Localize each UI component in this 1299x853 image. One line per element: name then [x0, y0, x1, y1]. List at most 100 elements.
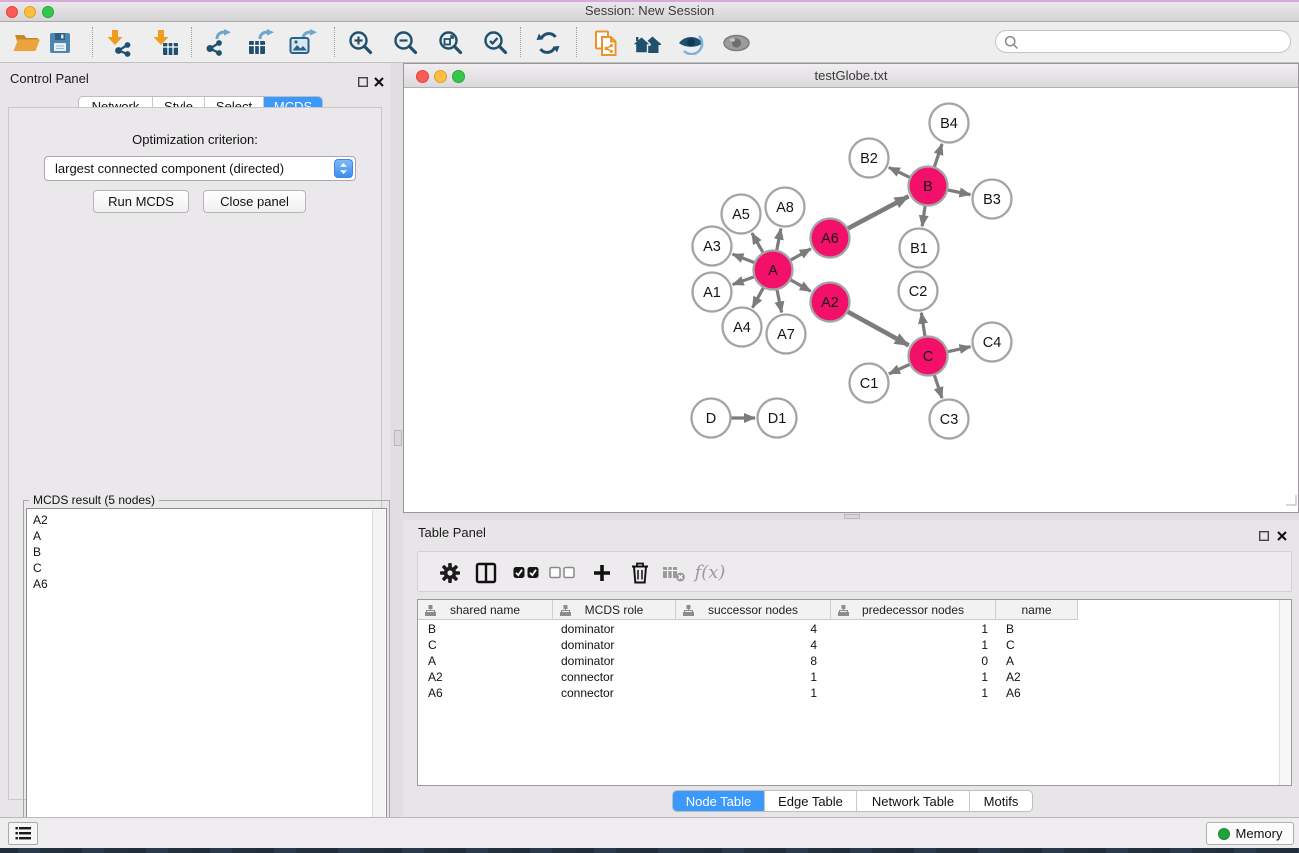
network-graph-canvas[interactable]: B4B2BB3A8A5A6A3B1AA1C2A2A4A7C4CC1C3DD1: [404, 88, 1298, 512]
table-cell[interactable]: 1: [676, 686, 831, 700]
table-cell[interactable]: 8: [676, 654, 831, 668]
column-header-name[interactable]: name: [996, 600, 1078, 620]
table-cell[interactable]: A: [996, 654, 1078, 668]
tab-network-table[interactable]: Network Table: [856, 791, 969, 811]
table-cell[interactable]: B: [418, 622, 553, 636]
graph-node-A2[interactable]: A2: [811, 283, 850, 322]
column-header-shared-name[interactable]: shared name: [418, 600, 553, 620]
close-panel-button[interactable]: Close panel: [203, 190, 306, 213]
zoom-selected-icon[interactable]: [479, 26, 513, 59]
tab-edge-table[interactable]: Edge Table: [764, 791, 856, 811]
graph-node-B3[interactable]: B3: [973, 180, 1012, 219]
mcds-result-item[interactable]: B: [33, 544, 386, 560]
table-scrollbar[interactable]: [1279, 600, 1291, 785]
graph-node-C[interactable]: C: [909, 337, 948, 376]
memory-button[interactable]: Memory: [1206, 822, 1294, 845]
table-cell[interactable]: dominator: [553, 622, 676, 636]
disable-checkboxes-icon[interactable]: [547, 559, 577, 586]
column-header-predecessor-nodes[interactable]: predecessor nodes: [831, 600, 996, 620]
table-cell[interactable]: 1: [676, 670, 831, 684]
add-column-icon[interactable]: [587, 559, 617, 586]
enable-checkboxes-icon[interactable]: [511, 559, 541, 586]
graph-edge-A-A1[interactable]: [733, 276, 756, 284]
home-layouts-icon[interactable]: [630, 26, 664, 59]
search-input[interactable]: [1024, 32, 1283, 53]
task-history-button[interactable]: [8, 822, 38, 845]
graph-node-C4[interactable]: C4: [973, 323, 1012, 362]
graph-edge-A6-B[interactable]: [846, 196, 909, 229]
table-cell[interactable]: 1: [831, 670, 996, 684]
graph-node-A3[interactable]: A3: [693, 227, 732, 266]
show-eye-icon[interactable]: [719, 26, 753, 59]
graph-edge-B-B4[interactable]: [934, 144, 942, 169]
graph-edge-B-B2[interactable]: [889, 167, 912, 178]
graph-edge-A-A4[interactable]: [753, 286, 765, 308]
table-cell[interactable]: 4: [676, 622, 831, 636]
graph-edge-C-C1[interactable]: [889, 363, 912, 373]
window-resize-grip[interactable]: [1285, 493, 1297, 511]
column-header-mcds-role[interactable]: MCDS role: [553, 600, 676, 620]
graph-node-B[interactable]: B: [909, 167, 948, 206]
zoom-fit-icon[interactable]: [434, 26, 468, 59]
export-network-icon[interactable]: [201, 26, 235, 59]
mcds-result-item[interactable]: A: [33, 528, 386, 544]
table-cell[interactable]: C: [418, 638, 553, 652]
graph-node-C3[interactable]: C3: [930, 400, 969, 439]
table-row[interactable]: A6connector11A6: [418, 685, 1279, 701]
graph-edge-A2-C[interactable]: [846, 311, 909, 346]
table-cell[interactable]: 0: [831, 654, 996, 668]
delete-table-icon[interactable]: [659, 559, 689, 586]
graph-node-B2[interactable]: B2: [850, 139, 889, 178]
table-row[interactable]: Cdominator41C: [418, 637, 1279, 653]
table-cell[interactable]: connector: [553, 670, 676, 684]
hide-eye-icon[interactable]: [674, 26, 708, 59]
vertical-split-handle[interactable]: [394, 430, 402, 446]
table-cell[interactable]: 1: [831, 638, 996, 652]
mcds-result-list[interactable]: A2ABCA6: [26, 508, 387, 842]
split-table-icon[interactable]: [471, 559, 501, 586]
refresh-layout-icon[interactable]: [531, 26, 565, 59]
table-cell[interactable]: dominator: [553, 654, 676, 668]
graph-edge-A-A7[interactable]: [777, 288, 782, 313]
graph-edge-C-C2[interactable]: [921, 313, 925, 338]
criterion-dropdown[interactable]: largest connected component (directed): [44, 156, 356, 181]
graph-edge-A-A8[interactable]: [776, 229, 781, 253]
float-panel-icon[interactable]: [1259, 528, 1269, 546]
graph-node-A1[interactable]: A1: [693, 273, 732, 312]
table-row[interactable]: A2connector11A2: [418, 669, 1279, 685]
graph-edge-C-C3[interactable]: [934, 373, 942, 398]
dropdown-stepper-icon[interactable]: [334, 159, 353, 178]
table-cell[interactable]: 1: [831, 622, 996, 636]
settings-gear-icon[interactable]: [435, 559, 465, 586]
graph-edge-A-A3[interactable]: [732, 254, 756, 263]
graph-node-A5[interactable]: A5: [722, 195, 761, 234]
graph-node-B1[interactable]: B1: [900, 229, 939, 268]
function-builder-icon[interactable]: f(x): [691, 559, 729, 586]
graph-edge-A-A2[interactable]: [789, 279, 811, 291]
table-cell[interactable]: A2: [996, 670, 1078, 684]
graph-node-C2[interactable]: C2: [899, 272, 938, 311]
table-cell[interactable]: A: [418, 654, 553, 668]
import-table-icon[interactable]: [149, 26, 183, 59]
save-session-icon[interactable]: [43, 26, 77, 59]
graph-node-B4[interactable]: B4: [930, 104, 969, 143]
graph-node-C1[interactable]: C1: [850, 364, 889, 403]
graph-edge-A-A6[interactable]: [789, 249, 811, 261]
graph-node-A8[interactable]: A8: [766, 188, 805, 227]
table-row[interactable]: Bdominator41B: [418, 621, 1279, 637]
tab-node-table[interactable]: Node Table: [673, 791, 764, 811]
table-row[interactable]: Adominator80A: [418, 653, 1279, 669]
table-cell[interactable]: B: [996, 622, 1078, 636]
table-cell[interactable]: A6: [418, 686, 553, 700]
mcds-result-item[interactable]: A2: [33, 512, 386, 528]
table-cell[interactable]: 1: [831, 686, 996, 700]
zoom-in-icon[interactable]: [344, 26, 378, 59]
graph-edge-B-B3[interactable]: [946, 190, 971, 195]
table-cell[interactable]: A6: [996, 686, 1078, 700]
close-panel-icon[interactable]: [374, 74, 384, 92]
open-session-icon[interactable]: [10, 26, 44, 59]
tab-motifs[interactable]: Motifs: [969, 791, 1032, 811]
graph-edge-C-C4[interactable]: [946, 347, 971, 352]
delete-column-icon[interactable]: [625, 559, 655, 586]
table-cell[interactable]: A2: [418, 670, 553, 684]
